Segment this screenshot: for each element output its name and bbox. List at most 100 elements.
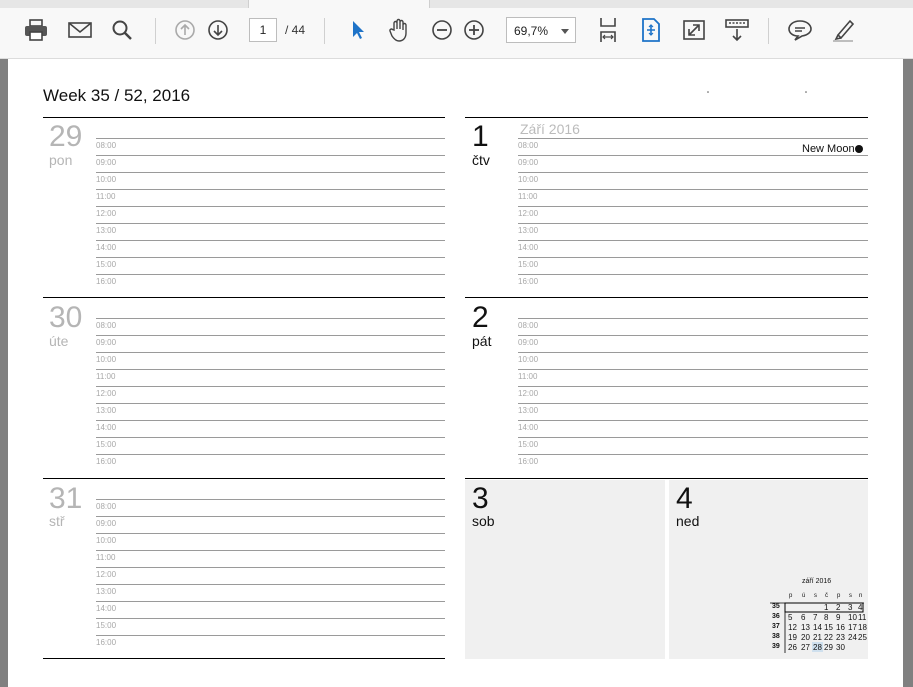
time-label: 12:00 (96, 209, 117, 218)
hour-line[interactable] (518, 369, 868, 370)
hour-line[interactable] (518, 206, 868, 207)
highlight-icon[interactable] (829, 16, 857, 44)
time-label: 09:00 (518, 158, 539, 167)
mini-weekday-header: p (789, 593, 793, 599)
time-label: 11:00 (518, 372, 538, 381)
toolbar: 1 / 44 69,7% (0, 0, 913, 59)
toolbar-separator (324, 18, 325, 44)
hour-line[interactable] (518, 257, 868, 258)
fit-page-icon[interactable] (637, 16, 665, 44)
time-label: 16:00 (96, 638, 117, 647)
time-label: 12:00 (96, 389, 117, 398)
mini-weekday-header: p (837, 593, 841, 599)
header-marks (707, 91, 807, 93)
hour-line[interactable] (518, 189, 868, 190)
hour-line[interactable] (96, 601, 445, 602)
day-number: 30 (49, 301, 83, 334)
hand-tool-icon[interactable] (385, 16, 413, 44)
hour-line[interactable] (96, 206, 445, 207)
day-divider (43, 117, 445, 118)
time-label: 11:00 (518, 192, 538, 201)
read-mode-icon[interactable] (723, 16, 751, 44)
hour-line[interactable] (96, 516, 445, 517)
hour-line (518, 318, 868, 319)
hour-line[interactable] (96, 369, 445, 370)
day-divider (43, 478, 445, 479)
day-divider (43, 658, 445, 659)
time-label: 16:00 (96, 457, 117, 466)
select-cursor-icon[interactable] (343, 16, 371, 44)
hour-line[interactable] (96, 274, 445, 275)
time-label: 09:00 (96, 158, 117, 167)
day-name: ned (676, 513, 700, 529)
time-label: 16:00 (518, 457, 539, 466)
time-label: 11:00 (96, 192, 116, 201)
time-label: 16:00 (96, 277, 117, 286)
hour-line (96, 499, 445, 500)
new-moon-icon (855, 145, 863, 153)
active-tab[interactable] (248, 0, 430, 8)
hour-line[interactable] (96, 567, 445, 568)
hour-line[interactable] (96, 533, 445, 534)
time-label: 10:00 (518, 355, 539, 364)
time-label: 08:00 (96, 141, 117, 150)
hour-line[interactable] (518, 172, 868, 173)
time-label: 15:00 (96, 621, 117, 630)
comment-icon[interactable] (786, 16, 814, 44)
hour-line[interactable] (96, 550, 445, 551)
page-up-icon[interactable] (171, 16, 199, 44)
day-divider (43, 297, 445, 298)
mini-weekday-header: s (814, 593, 817, 599)
zoom-in-icon[interactable] (460, 16, 488, 44)
hour-line[interactable] (518, 454, 868, 455)
hour-line[interactable] (96, 437, 445, 438)
hour-line[interactable] (96, 189, 445, 190)
hour-line[interactable] (96, 635, 445, 636)
hour-line[interactable] (518, 240, 868, 241)
mini-weekday-header: ú (802, 593, 806, 599)
hour-line[interactable] (96, 155, 445, 156)
search-icon[interactable] (108, 16, 136, 44)
hour-line[interactable] (518, 223, 868, 224)
hour-line[interactable] (518, 274, 868, 275)
time-label: 13:00 (518, 406, 539, 415)
time-label: 09:00 (96, 338, 117, 347)
hour-line[interactable] (96, 454, 445, 455)
zoom-select[interactable]: 69,7% (506, 17, 576, 43)
time-label: 13:00 (518, 226, 539, 235)
chevron-down-icon (561, 29, 569, 34)
hour-line[interactable] (96, 386, 445, 387)
time-label: 11:00 (96, 372, 116, 381)
page-number-input[interactable]: 1 (249, 18, 277, 42)
hour-line[interactable] (96, 335, 445, 336)
page-down-icon[interactable] (204, 16, 232, 44)
email-icon[interactable] (66, 16, 94, 44)
hour-line[interactable] (96, 618, 445, 619)
hour-line[interactable] (96, 257, 445, 258)
fit-width-icon[interactable] (594, 16, 622, 44)
hour-line[interactable] (518, 335, 868, 336)
time-label: 12:00 (518, 389, 539, 398)
hour-line[interactable] (96, 584, 445, 585)
hour-line[interactable] (96, 223, 445, 224)
time-label: 10:00 (518, 175, 539, 184)
time-label: 15:00 (96, 260, 117, 269)
hour-line[interactable] (96, 420, 445, 421)
hour-line[interactable] (96, 403, 445, 404)
hour-line[interactable] (518, 386, 868, 387)
hour-line[interactable] (518, 155, 868, 156)
hour-line[interactable] (518, 403, 868, 404)
print-icon[interactable] (22, 16, 50, 44)
day-number: 3 (472, 482, 489, 515)
hour-line[interactable] (96, 172, 445, 173)
time-label: 08:00 (96, 502, 117, 511)
day-name: úte (49, 333, 69, 349)
zoom-out-icon[interactable] (428, 16, 456, 44)
hour-line[interactable] (518, 420, 868, 421)
hour-line[interactable] (96, 240, 445, 241)
hour-line[interactable] (96, 352, 445, 353)
hour-line[interactable] (518, 437, 868, 438)
fullscreen-icon[interactable] (680, 16, 708, 44)
time-label: 14:00 (96, 243, 117, 252)
hour-line[interactable] (518, 352, 868, 353)
